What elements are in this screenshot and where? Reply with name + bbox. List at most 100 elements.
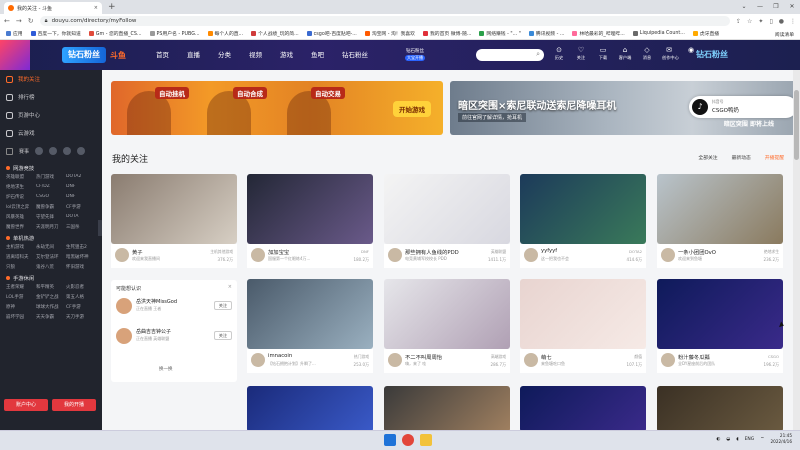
network-icon[interactable]: ◒ [726, 437, 730, 442]
douyu-brand[interactable]: 斗鱼 [110, 47, 132, 63]
avatar[interactable] [115, 248, 129, 262]
bookmark-item[interactable]: Gm - 您的直播_CS... [88, 30, 142, 37]
stream-thumbnail[interactable] [247, 174, 373, 244]
sidebar-category-link[interactable]: 怀旧游戏 [66, 264, 96, 270]
bookmark-star-icon[interactable]: ☆ [747, 18, 752, 25]
sidebar-category-link[interactable]: 主机游戏 [6, 244, 36, 250]
stream-category[interactable]: 热门游戏 [354, 354, 369, 360]
bookmark-item[interactable]: 林哈最彩的_哔哩哔... [572, 30, 625, 37]
avatar[interactable] [524, 248, 538, 262]
avatar[interactable] [661, 353, 675, 367]
search-input[interactable]: ⌕ [476, 49, 544, 61]
stream-card[interactable]: yyfyyf DOTA2 这一把我也不会 414.6万 [520, 174, 646, 268]
sidebar-category-link[interactable]: 暗黑破坏神 [66, 254, 96, 260]
follow-button[interactable]: 关注 [214, 301, 232, 310]
header-icon-button[interactable]: ◇ 消息 [640, 45, 654, 61]
sidebar-category-link[interactable]: LOL手游 [6, 294, 36, 300]
game-ad-banner[interactable]: 自动挂机 自动合成 自动交易 开始游戏 [111, 81, 443, 135]
sidebar-category-link[interactable]: 艾尔登法环 [36, 254, 66, 260]
sidebar-category-link[interactable]: 魔兽世界 [6, 224, 36, 230]
header-icon-button[interactable]: ✉ 创作中心 [662, 45, 679, 61]
swap-button[interactable]: 换一换 [159, 366, 173, 372]
stream-thumbnail[interactable] [111, 174, 237, 244]
profile-icon[interactable]: ● [779, 18, 784, 25]
streamer-name[interactable]: imnacoin [268, 353, 292, 359]
sidebar-category-link[interactable]: CF手游 [66, 204, 96, 210]
url-bar[interactable]: 🔒︎ douyu.com/directory/myFollow [39, 16, 730, 26]
recommend-user[interactable]: 岳曲吉吉钟公子 正在直播 英雄联盟 关注 [116, 326, 232, 346]
live-remind-toggle[interactable]: 开播提醒 [765, 154, 784, 161]
minimize-button[interactable]: — [752, 0, 768, 14]
stream-thumbnail[interactable] [520, 386, 646, 432]
nav-home[interactable]: 首页 [156, 48, 169, 62]
sidebar-section-title[interactable]: 网游竞技 [0, 160, 102, 174]
diamond-fans-badge[interactable]: 钻石粉丝 大宝开播 [396, 48, 434, 63]
sidebar-category-link[interactable]: 风暴英雄 [6, 214, 36, 220]
sidebar-category-link[interactable]: CF/DZ [36, 184, 66, 190]
steam-icon[interactable]: ◐ [716, 437, 720, 442]
forward-icon[interactable]: → [16, 17, 22, 25]
bookmark-item[interactable]: 应用 [6, 30, 23, 37]
bookmark-item[interactable]: 淘宝网 - 淘！我喜欢 [364, 30, 415, 37]
sidebar-category-link[interactable]: 王者荣耀 [6, 284, 36, 290]
sidebar-category-link[interactable]: 金铲铲之战 [36, 294, 66, 300]
filter-sort-dropdown[interactable]: 最新动态 [732, 154, 751, 161]
sidebar-category-link[interactable]: DNF [66, 184, 96, 190]
streamer-name[interactable]: yyfyyf [541, 248, 557, 254]
stream-thumbnail[interactable] [520, 174, 646, 244]
search-icon[interactable]: ⌕ [536, 50, 540, 59]
stream-thumbnail[interactable] [657, 279, 783, 349]
stream-category[interactable]: 主机其他游戏 [210, 249, 233, 255]
sidebar-category-link[interactable]: 第五人格 [66, 294, 96, 300]
bookmark-item[interactable]: 腾讯视频 - ... [528, 30, 564, 37]
stream-card[interactable]: 一条小团团OvO 绝地求生 欢迎来到鱼塘 236.2万 [657, 174, 783, 268]
new-tab-button[interactable]: + [108, 2, 116, 12]
sidebar-category-link[interactable]: 球球大作战 [36, 304, 66, 310]
close-window-button[interactable]: ✕ [784, 0, 800, 14]
sidebar-category-link[interactable]: 天涯明月刀 [36, 224, 66, 230]
sidebar-category-link[interactable]: DOTA2 [66, 174, 96, 180]
sidebar-item-cloudgame[interactable]: 云游戏 [0, 124, 102, 142]
sidebar-icon[interactable]: ▯ [769, 18, 772, 25]
streamer-name[interactable]: 那些拥有人鱼线的PDD [405, 248, 459, 256]
tab-search-icon[interactable]: ⌄ [736, 0, 752, 14]
stream-category[interactable]: CSGO [768, 354, 779, 359]
stream-card[interactable] [520, 386, 646, 432]
my-stream-button[interactable]: 我的开播 [52, 399, 96, 411]
stream-card[interactable]: 不二不叫周周怡 高端游戏 嗨，来了 哇 286.7万 [384, 279, 510, 373]
bookmark-item[interactable]: Liquipedia Count... [632, 31, 685, 36]
stream-category[interactable]: 英雄联盟 [491, 249, 506, 255]
menu-icon[interactable]: ⋮ [790, 18, 796, 25]
bookmark-item[interactable]: PS用户名 - PUBG... [149, 30, 200, 37]
streamer-name[interactable]: 一条小团团OvO [678, 248, 716, 256]
sidebar-category-link[interactable]: 天刀手游 [66, 314, 96, 320]
sidebar-category-link[interactable]: 魔兽争霸 [36, 204, 66, 210]
tiktok-overlay[interactable]: ♪ 抖音号 CSGO鸭奶 [689, 96, 797, 118]
nav-diamond-fans[interactable]: 钻石粉丝 [342, 48, 368, 62]
sidebar-category-link[interactable]: 火影忍者 [66, 284, 96, 290]
tab-close-icon[interactable]: × [94, 5, 98, 11]
header-icon-button[interactable]: ▭ 下载 [596, 45, 610, 61]
header-icon-button[interactable]: ♡ 关注 [574, 45, 588, 61]
streamer-name[interactable]: 黄子 [132, 248, 143, 256]
stream-card[interactable] [384, 386, 510, 432]
nav-games[interactable]: 游戏 [280, 48, 293, 62]
bookmark-item[interactable]: 网络赚钱 - "... " [479, 30, 521, 37]
sidebar-category-link[interactable]: 炉石传说 [6, 194, 36, 200]
sidebar-category-link[interactable]: CSGO [36, 194, 66, 200]
nav-fishbar[interactable]: 鱼吧 [311, 48, 324, 62]
stream-card[interactable]: 黄子 主机其他游戏 欢迎来我直播间 376.2万 [111, 174, 237, 268]
windows-start-icon[interactable] [384, 434, 396, 446]
header-icon-button[interactable]: ⊙ 历史 [552, 45, 566, 61]
scrollbar-thumb[interactable] [794, 90, 799, 160]
sidebar-category-link[interactable]: 英雄联盟 [6, 174, 36, 180]
wifi-icon[interactable]: ⌔ [760, 436, 764, 442]
stream-category[interactable]: 绝地求生 [764, 249, 779, 255]
avatar[interactable] [251, 248, 265, 262]
sidebar-category-link[interactable]: 崩坏学园 [6, 314, 36, 320]
stream-thumbnail[interactable] [657, 386, 783, 432]
sidebar-category-link[interactable]: 三国杀 [66, 224, 96, 230]
sidebar-category-link[interactable]: lol云顶之弈 [6, 204, 36, 210]
avatar[interactable] [661, 248, 675, 262]
sidebar-item-webgames[interactable]: 页游中心 [0, 106, 102, 124]
